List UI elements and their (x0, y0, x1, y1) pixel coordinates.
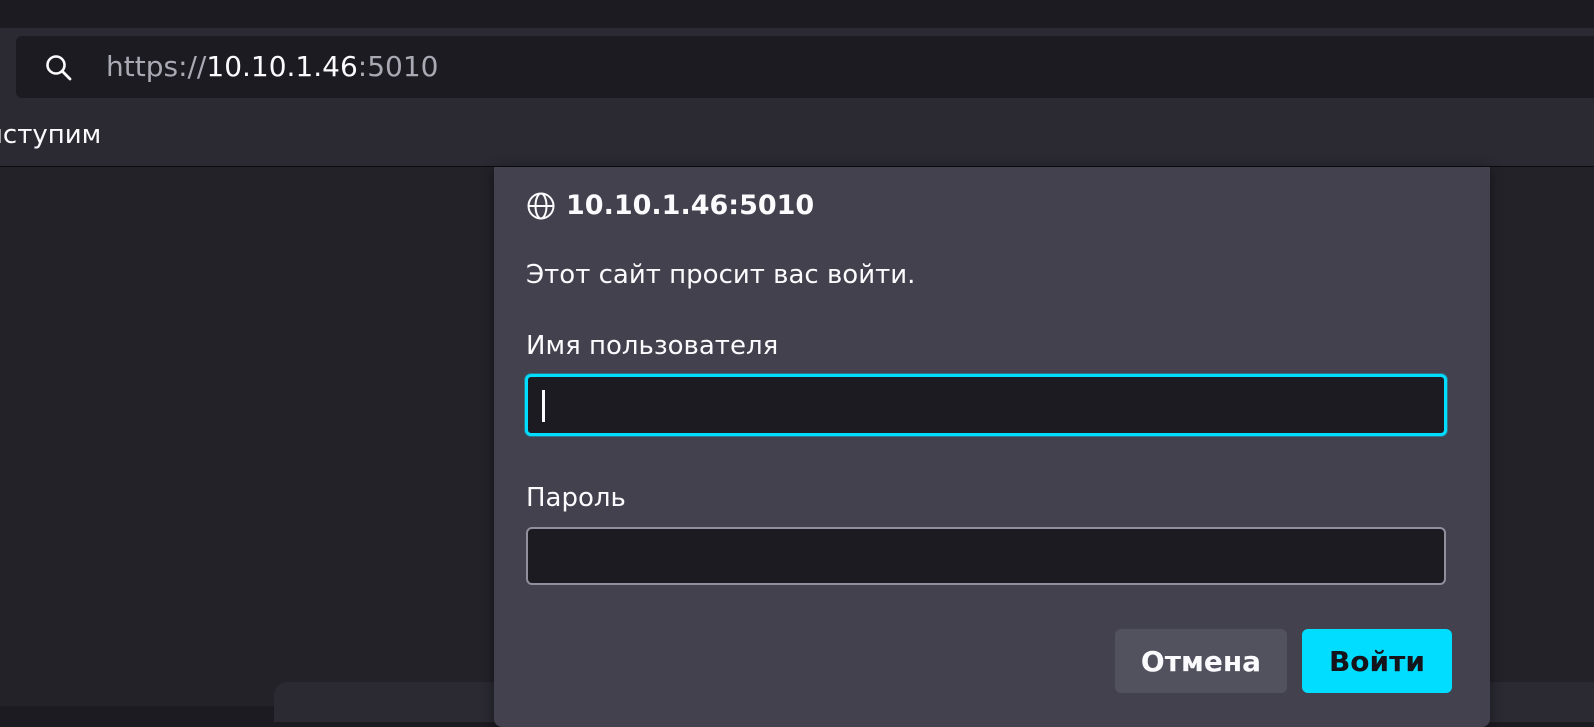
dialog-title: 10.10.1.46:5010 (566, 190, 815, 221)
bookmarks-bar: иступим (0, 106, 1594, 167)
search-icon (46, 55, 72, 81)
text-caret (542, 390, 545, 422)
bookmark-item[interactable]: иступим (0, 120, 101, 150)
cancel-button[interactable]: Отмена (1115, 629, 1287, 693)
password-label: Пароль (526, 483, 626, 513)
globe-icon (527, 192, 555, 220)
url-port: :5010 (357, 50, 439, 83)
url-bar[interactable]: https://10.10.1.46:5010 (16, 36, 1594, 98)
username-field[interactable] (525, 374, 1447, 436)
username-label: Имя пользователя (526, 331, 779, 361)
navigation-toolbar: https://10.10.1.46:5010 (0, 28, 1594, 106)
tab-strip (0, 0, 1594, 28)
auth-dialog: 10.10.1.46:5010 Этот сайт просит вас вой… (494, 167, 1490, 727)
login-button[interactable]: Войти (1302, 629, 1452, 693)
dialog-message: Этот сайт просит вас войти. (526, 260, 916, 290)
password-field[interactable] (526, 527, 1446, 585)
url-text[interactable]: https://10.10.1.46:5010 (106, 51, 438, 83)
url-host: 10.10.1.46 (206, 50, 358, 83)
url-scheme: https:// (106, 50, 207, 83)
dialog-header: 10.10.1.46:5010 (526, 189, 814, 223)
